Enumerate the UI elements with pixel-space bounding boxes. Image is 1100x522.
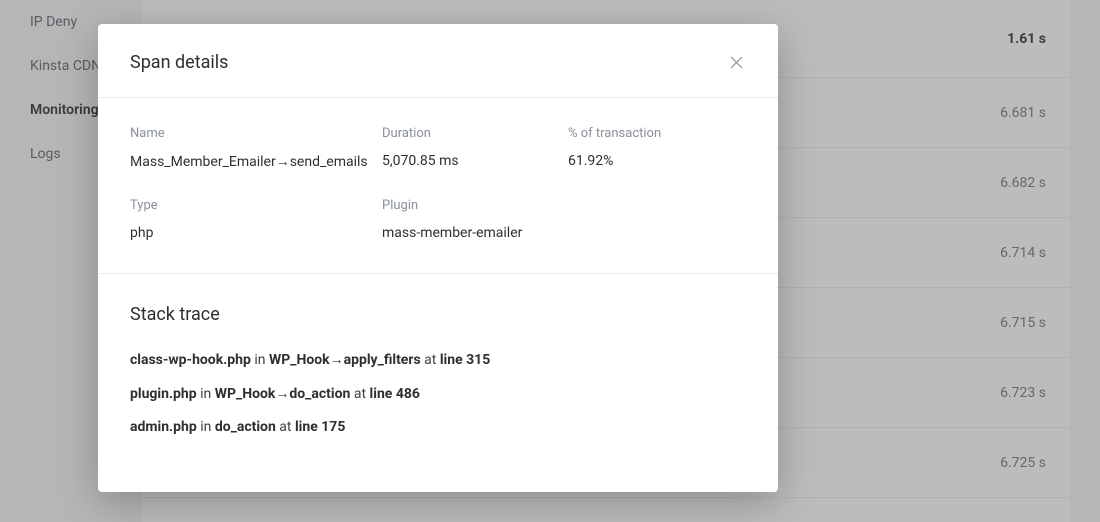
field-label: % of transaction bbox=[568, 126, 661, 141]
stack-lineno: line 175 bbox=[295, 419, 345, 435]
close-button[interactable] bbox=[726, 53, 746, 73]
stack-func: do_action bbox=[215, 419, 276, 435]
field-type: Type php bbox=[130, 198, 382, 241]
modal-title: Span details bbox=[130, 52, 228, 73]
stack-func: WP_Hook→do_action bbox=[215, 386, 351, 402]
span-details-modal: Span details Name Mass_Member_Emailer→se… bbox=[98, 24, 778, 492]
details-grid: Name Mass_Member_Emailer→send_emails Dur… bbox=[98, 98, 778, 273]
field-pct: % of transaction 61.92% bbox=[568, 126, 661, 170]
field-name: Name Mass_Member_Emailer→send_emails bbox=[130, 126, 382, 170]
field-label: Name bbox=[130, 126, 382, 141]
field-label: Type bbox=[130, 198, 382, 213]
stack-trace-section: Stack trace class-wp-hook.php in WP_Hook… bbox=[98, 274, 778, 492]
modal-header: Span details bbox=[98, 24, 778, 97]
field-value: 5,070.85 ms bbox=[382, 153, 568, 169]
stack-lineno: line 315 bbox=[440, 352, 490, 368]
stack-file: class-wp-hook.php bbox=[130, 352, 251, 368]
field-value: mass-member-emailer bbox=[382, 225, 568, 241]
close-icon bbox=[730, 56, 743, 69]
stack-file: plugin.php bbox=[130, 386, 197, 402]
stack-trace-line: class-wp-hook.php in WP_Hook→apply_filte… bbox=[130, 351, 746, 371]
stack-trace-line: plugin.php in WP_Hook→do_action at line … bbox=[130, 385, 746, 405]
field-value: php bbox=[130, 225, 382, 241]
field-value: 61.92% bbox=[568, 153, 661, 169]
field-value: Mass_Member_Emailer→send_emails bbox=[130, 153, 382, 170]
field-label: Plugin bbox=[382, 198, 568, 213]
stack-trace-title: Stack trace bbox=[130, 304, 746, 325]
stack-lineno: line 486 bbox=[370, 386, 420, 402]
stack-file: admin.php bbox=[130, 419, 197, 435]
stack-trace-line: admin.php in do_action at line 175 bbox=[130, 418, 746, 438]
stack-func: WP_Hook→apply_filters bbox=[269, 352, 421, 368]
field-plugin: Plugin mass-member-emailer bbox=[382, 198, 568, 241]
field-duration: Duration 5,070.85 ms bbox=[382, 126, 568, 170]
field-label: Duration bbox=[382, 126, 568, 141]
